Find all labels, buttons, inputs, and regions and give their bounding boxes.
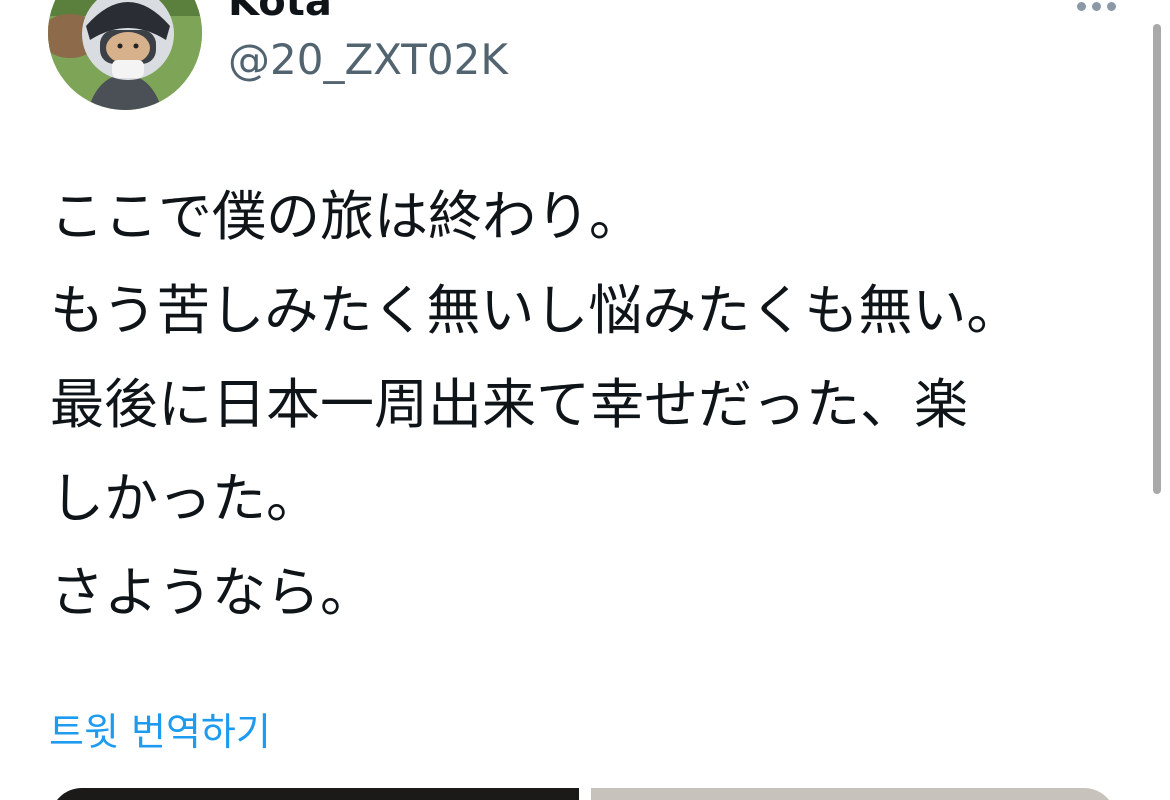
tweet-detail-view: Kota @20_ZXT02K ここで僕の旅は終わり。 もう苦しみたく無いし悩み…	[0, 0, 1170, 800]
tweet-text-line: もう苦しみたく無いし悩みたくも無い。	[50, 279, 1021, 342]
more-horizontal-icon-dot	[1091, 1, 1101, 11]
display-name[interactable]: Kota	[228, 0, 332, 26]
tweet-text-line: ここで僕の旅は終わり。	[50, 185, 643, 248]
media-image-left[interactable]	[50, 788, 579, 800]
more-horizontal-icon	[1076, 1, 1086, 11]
avatar[interactable]	[48, 0, 202, 110]
tweet-text-line: 最後に日本一周出来て幸せだった、楽	[50, 373, 968, 436]
translate-tweet-link[interactable]: 트윗 번역하기	[49, 708, 271, 756]
more-horizontal-icon-dot	[1106, 1, 1116, 11]
scrollbar-thumb[interactable]	[1153, 24, 1161, 494]
user-handle[interactable]: @20_ZXT02K	[228, 34, 508, 86]
media-image-right[interactable]	[591, 788, 1116, 800]
tweet-text-line: しかった。	[50, 467, 320, 530]
more-options-button[interactable]	[1068, 0, 1124, 20]
tweet-text-line: さようなら。	[50, 561, 374, 624]
avatar-photo	[48, 0, 202, 110]
tweet-text: ここで僕の旅は終わり。 もう苦しみたく無いし悩みたくも無い。 最後に日本一周出来…	[50, 170, 1140, 640]
